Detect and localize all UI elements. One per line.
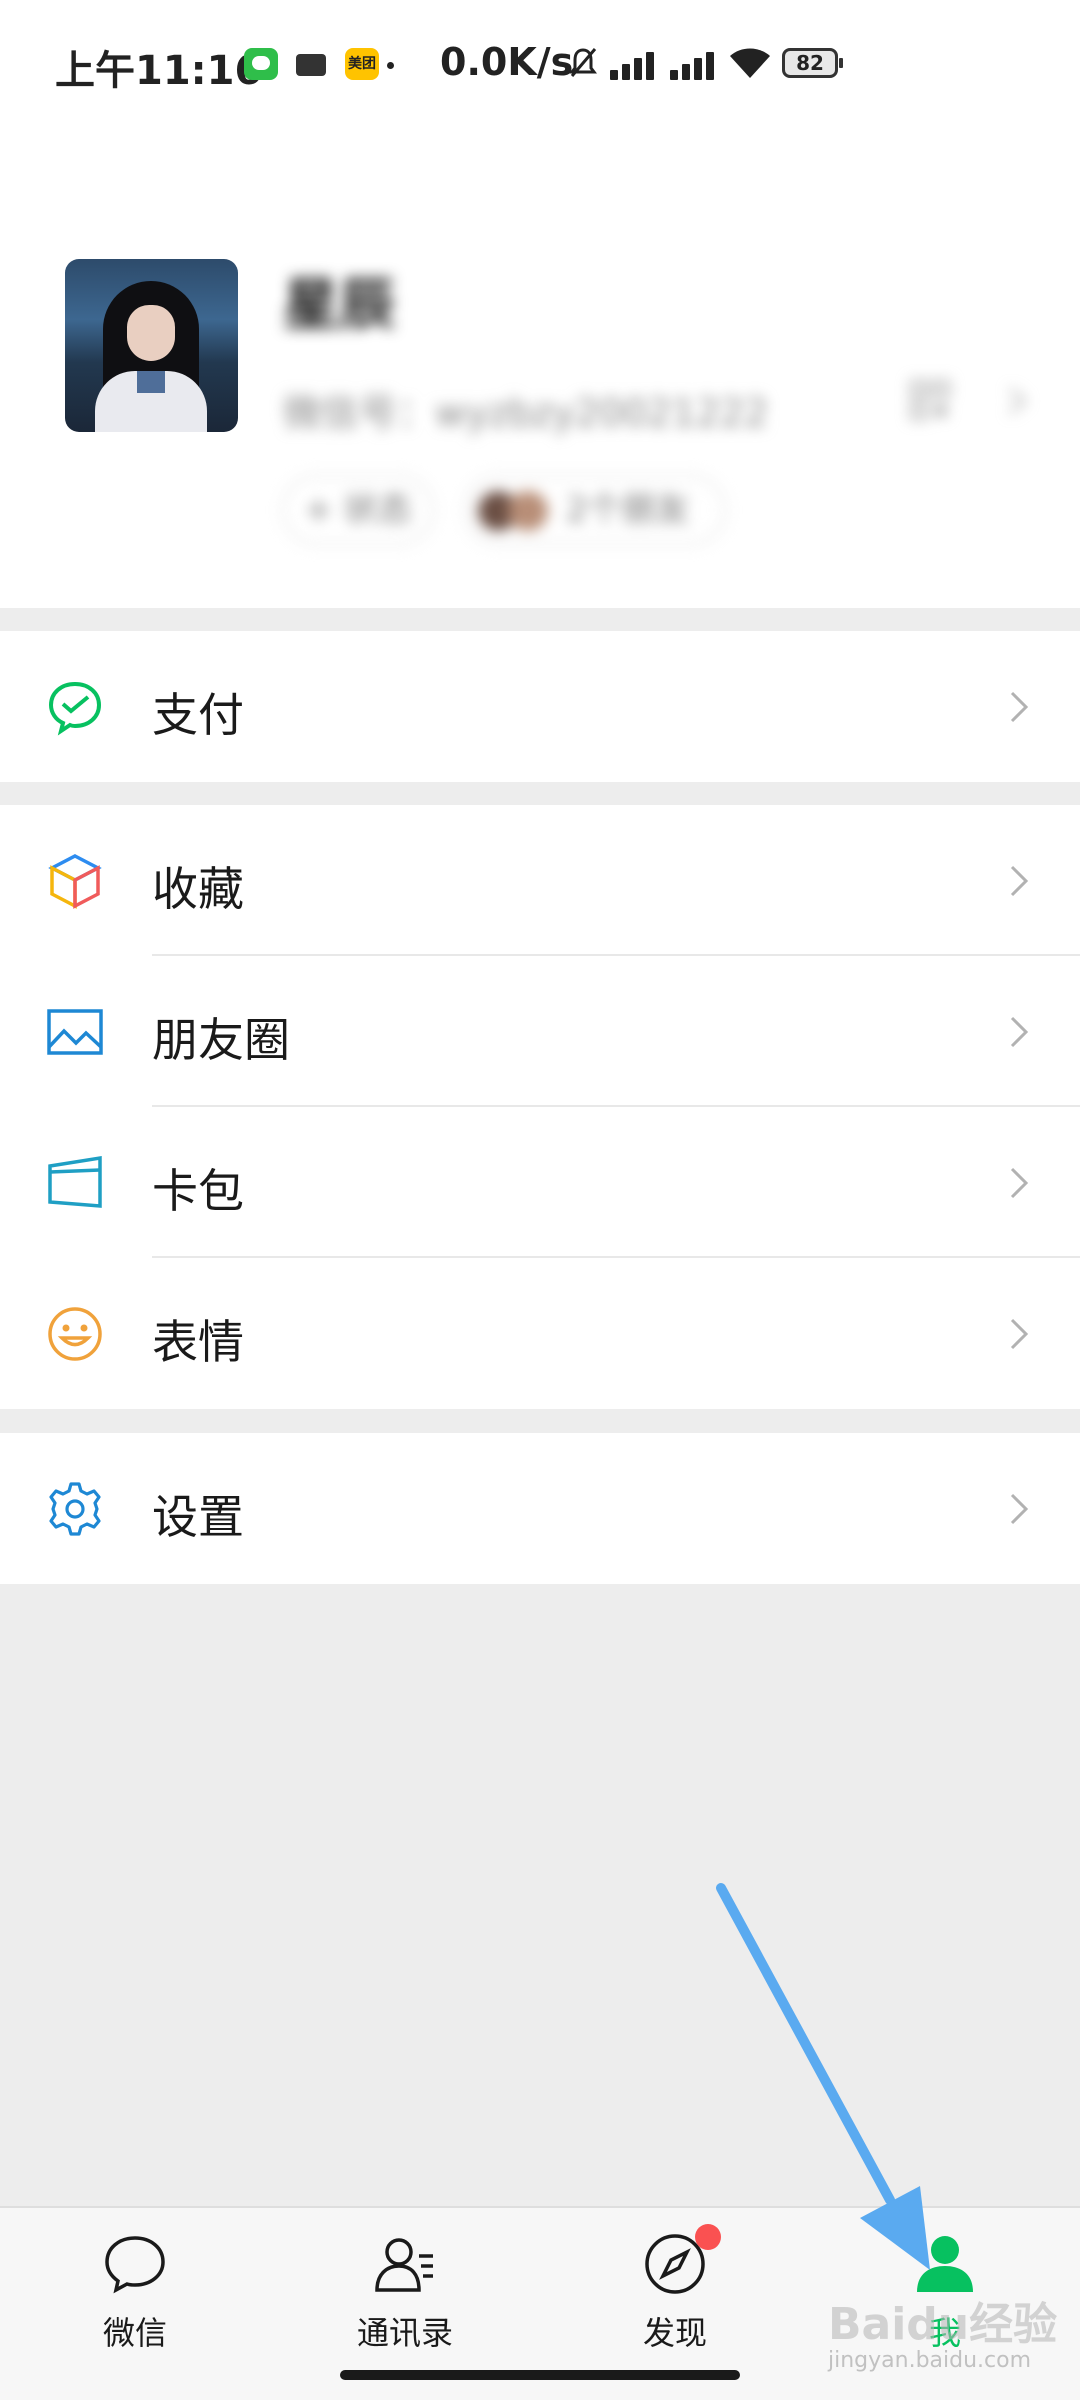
chevron-right-icon [1010, 1016, 1029, 1048]
card-wallet-icon [48, 1155, 102, 1208]
menu-label: 卡包 [152, 1164, 244, 1218]
friend-avatar [508, 491, 548, 531]
new-badge-dot [695, 2224, 721, 2250]
qr-code-icon[interactable] [910, 380, 950, 420]
tab-discover[interactable]: 发现 [575, 2224, 775, 2382]
tab-label: 发现 [642, 2314, 707, 2352]
wallet-app-icon [296, 54, 326, 76]
status-time: 上午11:16 [55, 48, 263, 94]
friends-status-button[interactable]: 2个朋友 [464, 475, 726, 545]
person-icon [917, 2236, 973, 2292]
profile-nickname: 星辰 [283, 273, 395, 338]
menu-label: 朋友圈 [152, 1013, 290, 1067]
menu-label: 支付 [152, 688, 244, 742]
menu-label: 表情 [152, 1315, 244, 1369]
tab-chats[interactable]: 微信 [35, 2232, 235, 2382]
chat-bubble-icon [105, 2236, 165, 2294]
menu-label: 设置 [152, 1490, 244, 1544]
menu-item-pay[interactable]: 支付 [0, 631, 1080, 782]
battery-icon: 82 [782, 48, 843, 78]
chevron-right-icon [1010, 1167, 1029, 1199]
more-notifications-dot [387, 62, 394, 69]
chevron-right-icon [1010, 1318, 1029, 1350]
wifi-icon [730, 48, 770, 78]
main-menu-group: 收藏 朋友圈 卡包 表情 [0, 805, 1080, 1409]
gear-icon [49, 1482, 101, 1536]
menu-item-favorites[interactable]: 收藏 [0, 805, 1080, 956]
home-indicator[interactable] [340, 2370, 740, 2380]
settings-group: 设置 [0, 1433, 1080, 1584]
chevron-right-icon [1010, 865, 1029, 897]
menu-label: 收藏 [152, 862, 244, 916]
contacts-icon [375, 2238, 433, 2292]
signal-icon [670, 50, 716, 80]
signal-icon [610, 50, 656, 80]
chevron-right-icon [1009, 387, 1027, 415]
pay-icon [48, 681, 102, 736]
chevron-right-icon [1010, 1493, 1029, 1525]
menu-item-moments[interactable]: 朋友圈 [0, 956, 1080, 1107]
mute-bell-icon [569, 48, 597, 77]
favorites-cube-icon [48, 854, 102, 909]
profile-wechat-id: 微信号：wyzbzy20021222 [283, 391, 769, 435]
menu-item-cards[interactable]: 卡包 [0, 1107, 1080, 1258]
status-bar: 上午11:16 美团 0.0K/s 82 [0, 0, 1080, 130]
smiley-face-icon [48, 1307, 102, 1361]
tab-label: 通讯录 [356, 2314, 453, 2352]
network-speed: 0.0K/s [440, 40, 574, 84]
friends-status-label: 2个朋友 [566, 490, 690, 530]
message-app-icon [244, 48, 278, 80]
baidu-watermark: Baidu经验 [828, 2299, 1058, 2350]
tab-label: 微信 [102, 2314, 167, 2352]
tab-contacts[interactable]: 通讯录 [305, 2232, 505, 2382]
profile-header[interactable]: 星辰 微信号：wyzbzy20021222 + 状态 2个朋友 [0, 130, 1080, 608]
meituan-app-icon: 美团 [345, 48, 379, 80]
baidu-watermark-url: jingyan.baidu.com [828, 2348, 1032, 2373]
menu-item-stickers[interactable]: 表情 [0, 1258, 1080, 1409]
menu-item-settings[interactable]: 设置 [0, 1433, 1080, 1584]
pay-group: 支付 [0, 631, 1080, 782]
avatar[interactable] [65, 259, 238, 432]
moments-picture-icon [47, 1009, 103, 1055]
status-button[interactable]: + 状态 [282, 475, 434, 545]
chevron-right-icon [1010, 691, 1029, 723]
